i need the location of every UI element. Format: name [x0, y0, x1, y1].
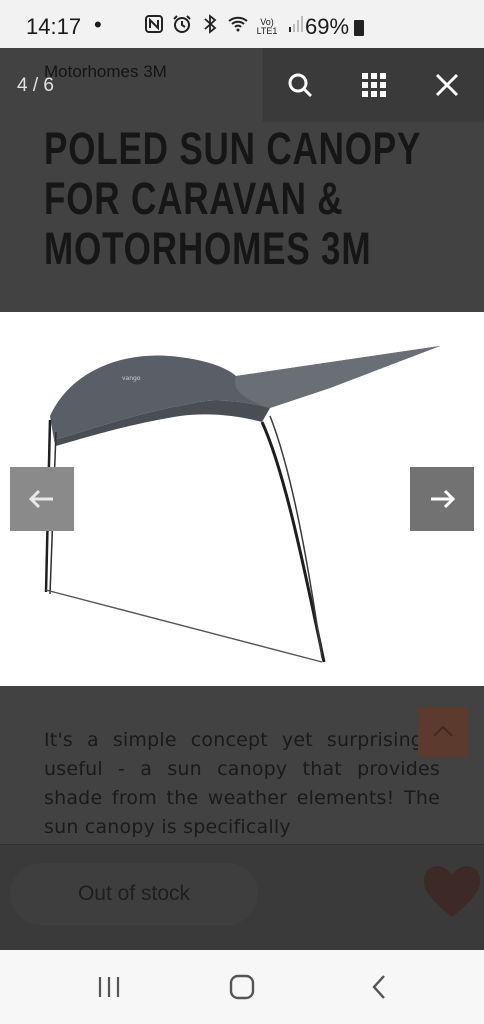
- battery-icon: [354, 20, 364, 36]
- page-title: POLED SUN CANOPY FOR CARAVAN & MOTORHOME…: [44, 123, 421, 274]
- back-button[interactable]: [359, 972, 399, 1002]
- signal-icon: [285, 15, 307, 38]
- lightbox-toolbar: [263, 48, 484, 122]
- status-dot: •: [94, 12, 102, 37]
- home-button[interactable]: [222, 972, 262, 1002]
- bluetooth-icon: [199, 14, 221, 39]
- arrow-right-icon: [431, 489, 455, 509]
- close-lightbox-button[interactable]: [410, 48, 484, 122]
- back-chevron-icon: [372, 975, 385, 999]
- scroll-to-top-button[interactable]: [418, 707, 468, 757]
- grid-icon: [362, 73, 386, 97]
- product-description: It's a simple concept yet surprisingly u…: [44, 729, 440, 838]
- search-icon: [288, 73, 313, 98]
- add-to-cart-bar: Out of stock: [0, 844, 484, 950]
- arrow-left-icon: [29, 489, 53, 509]
- next-image-button[interactable]: [410, 467, 474, 531]
- status-time: 14:17: [26, 14, 82, 39]
- volte-icon: Vo) LTE1: [256, 16, 278, 36]
- recent-apps-icon: [98, 977, 120, 997]
- nfc-icon: [143, 15, 165, 38]
- thumbnails-button[interactable]: [337, 48, 411, 122]
- alarm-icon: [171, 14, 193, 39]
- chevron-up-icon: [433, 725, 453, 737]
- status-bar: 14:17 • Vo) LTE1 69%: [0, 0, 484, 48]
- zoom-button[interactable]: [263, 48, 337, 122]
- wishlist-heart-icon[interactable]: [420, 861, 484, 925]
- home-icon: [229, 974, 255, 1000]
- close-icon: [435, 73, 459, 97]
- out-of-stock-button[interactable]: Out of stock: [10, 863, 258, 925]
- svg-text:vango: vango: [122, 375, 141, 382]
- wifi-calling-icon: [227, 14, 249, 39]
- status-icons: Vo) LTE1: [143, 14, 307, 39]
- system-nav-bar: [0, 950, 484, 1024]
- image-counter: 4 / 6: [17, 75, 54, 96]
- battery-percent: 69%: [305, 14, 350, 39]
- recent-apps-button[interactable]: [89, 972, 129, 1002]
- previous-image-button[interactable]: [10, 467, 74, 531]
- breadcrumb-title: Motorhomes 3M: [44, 62, 167, 81]
